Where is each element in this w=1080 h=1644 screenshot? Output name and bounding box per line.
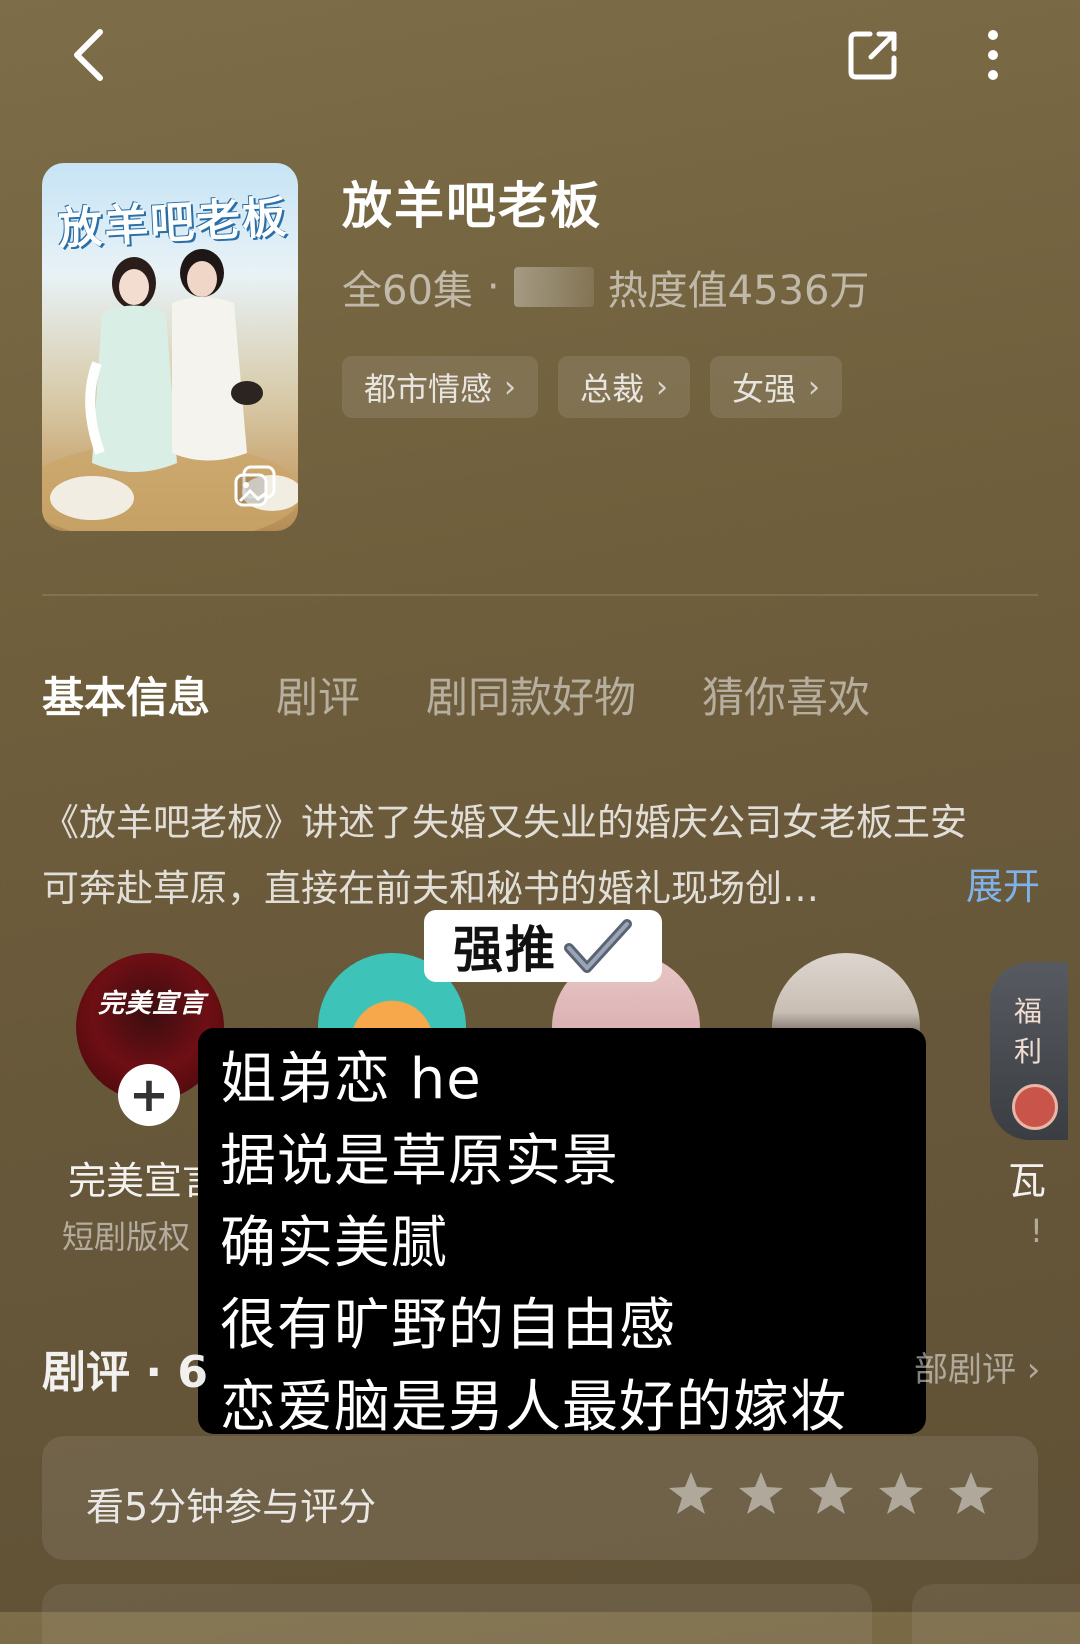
cast-role: ! [1030,1212,1043,1250]
review-card[interactable] [912,1584,1080,1644]
caption-line: 很有旷野的自由感 [220,1293,676,1358]
star-icon[interactable] [808,1470,854,1516]
tab-bar: 基本信息 剧评 剧同款好物 猜你喜欢 [42,664,936,725]
reviews-section-title: 剧评 · 6 [42,1347,208,1398]
chevron-right-icon: › [656,369,669,405]
tag-label: 总裁 [580,370,645,408]
drama-title: 放羊吧老板 [342,177,602,235]
chevron-right-icon: › [808,369,821,405]
expand-link[interactable]: 展开 [966,856,1040,910]
caption-line: 确实美腻 [220,1211,448,1276]
genre-tags: 都市情感 › 总裁 › 女强 › [342,356,843,418]
welfare-float-button[interactable]: 福利 [990,962,1068,1140]
synopsis: 《放羊吧老板》讲述了失婚又失业的婚庆公司女老板王安 可奔赴草原，直接在前夫和秘书… [42,790,1042,922]
recommend-text: 强推 [453,921,557,979]
tag-ceo[interactable]: 总裁 › [558,356,691,418]
caption-line: 据说是草原实景 [220,1129,619,1194]
check-icon [564,919,632,973]
more-vertical-icon [988,30,998,80]
review-card[interactable] [42,1584,872,1644]
caption-line: 恋爱脑是男人最好的嫁妆 [220,1375,847,1440]
more-options-button[interactable] [968,22,1018,88]
rating-card[interactable]: 看5分钟参与评分 [42,1436,1038,1560]
recommend-badge: 强推 [424,910,662,982]
tag-strong-woman[interactable]: 女强 › [710,356,843,418]
rating-prompt: 看5分钟参与评分 [86,1485,377,1529]
star-icon[interactable] [948,1470,994,1516]
chevron-right-icon: › [504,369,517,405]
divider [42,594,1038,596]
tab-basic-info[interactable]: 基本信息 [42,664,210,725]
blurred-info [513,267,594,307]
tab-recommendations[interactable]: 猜你喜欢 [702,664,870,725]
welfare-label: 福利 [1014,995,1043,1068]
back-button[interactable] [58,22,118,88]
poster-title: 放羊吧老板 [57,192,290,255]
star-rating [668,1470,994,1516]
drama-poster[interactable]: 放羊吧老板 [42,163,298,531]
meta-row: 全60集 · 热度值4536万 [342,258,869,316]
caption-overlay: 姐弟恋 he 据说是草原实景 确实美腻 很有旷野的自由感 恋爱脑是男人最好的嫁妆 [198,1028,926,1440]
all-reviews-link[interactable]: 部剧评 › [914,1342,1040,1391]
star-icon[interactable] [738,1470,784,1516]
tab-reviews[interactable]: 剧评 [276,664,360,725]
synopsis-line: 《放羊吧老板》讲述了失婚又失业的婚庆公司女老板王安 [42,801,967,844]
caption-line: 姐弟恋 he [220,1047,482,1112]
plus-icon[interactable]: + [118,1064,180,1126]
gallery-icon [234,465,276,507]
star-icon[interactable] [878,1470,924,1516]
heat-value: 热度值4536万 [607,268,870,314]
back-arrow-icon [74,29,103,81]
share-icon [848,31,897,80]
star-icon[interactable] [668,1470,714,1516]
tag-urban-romance[interactable]: 都市情感 › [342,356,539,418]
tag-label: 女强 [732,370,797,408]
share-button[interactable] [840,22,906,88]
producer-logo: 完美宣言 [98,989,207,1019]
meta-separator: · [486,264,500,310]
red-packet-icon [1012,1084,1058,1130]
cast-role: 短剧版权 [62,1218,191,1256]
tag-label: 都市情感 [364,370,493,408]
tab-same-products[interactable]: 剧同款好物 [426,664,636,725]
episode-count: 全60集 [342,268,473,314]
cast-name: 瓦 [1008,1159,1047,1203]
